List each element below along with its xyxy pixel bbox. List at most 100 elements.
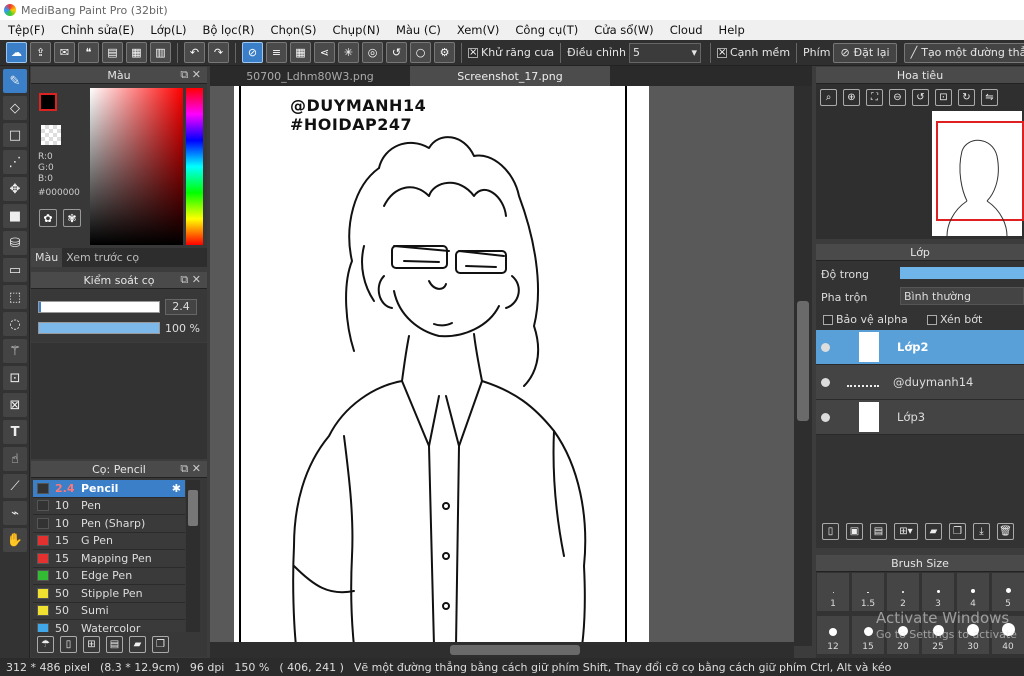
menu-filter[interactable]: Bộ lọc(R) [194,23,262,37]
palette-add-icon[interactable]: ✾ [63,209,81,227]
eyedropper-tool-icon[interactable]: ⌁ [3,501,27,525]
undo-icon[interactable]: ↶ [184,42,205,63]
brush-item[interactable]: 10 Edge Pen [33,567,185,585]
tab-document-2[interactable]: Screenshot_17.png [410,66,610,86]
redo-icon[interactable]: ↷ [208,42,229,63]
menu-color[interactable]: Màu (C) [388,23,449,37]
tab-color[interactable]: Màu [31,248,63,267]
layer-row-lop2[interactable]: Lớp2 [816,330,1024,365]
brush-item[interactable]: 10 Pen [33,497,185,515]
zoom-out-icon[interactable]: ⊖ [889,89,906,106]
move-tool-icon[interactable]: ✥ [3,177,27,201]
panel-icon[interactable]: ▥ [150,42,171,63]
zoom-actual-icon[interactable]: ⛶ [866,89,883,106]
brush-settings-gear-icon[interactable]: ✱ [172,482,181,495]
new-brush-icon[interactable]: ▯ [60,636,77,653]
brush-item[interactable]: 10 Pen (Sharp) [33,515,185,533]
brush-item[interactable]: 50 Watercolor [33,620,185,632]
antialias-checkbox[interactable]: Khử răng cưa [468,46,554,59]
shape-tool-icon[interactable]: □ [3,123,27,147]
speech-icon[interactable]: ❝ [78,42,99,63]
panel-close-icon[interactable]: ⧉ ✕ [180,68,201,82]
canvas-area[interactable]: @DUYMANH14 #HOIDAP247 [210,86,794,646]
brush-list-scrollbar[interactable] [186,480,200,632]
adjust-select[interactable]: 5 ▾ [628,42,701,63]
navigator-preview[interactable] [932,111,1024,236]
fill-rect-tool-icon[interactable]: ■ [3,204,27,228]
foreground-color-swatch[interactable] [39,93,57,111]
reset-button[interactable]: ⊘ Đặt lại [833,42,897,63]
zoom-fit-icon[interactable]: ⌕ [820,89,837,106]
text-tool-icon[interactable]: T [3,420,27,444]
layer-row-lop3[interactable]: Lớp3 [816,400,1024,435]
lasso-tool-icon[interactable]: ◌ [3,312,27,336]
parallel-snap-icon[interactable]: ≡ [266,42,287,63]
add-brush-icon[interactable]: ⊞ [83,636,100,653]
curve-snap-icon[interactable]: ↺ [386,42,407,63]
brush-item[interactable]: 15 Mapping Pen [33,550,185,568]
transparent-swatch[interactable] [41,125,61,145]
brush-item[interactable]: 50 Sumi [33,602,185,620]
flip-icon[interactable]: ⇋ [981,89,998,106]
brush-tool-icon[interactable]: ✎ [3,69,27,93]
brush-size-cell[interactable]: 4 [956,572,990,612]
tab-brush-preview[interactable]: Xem trước cọ [62,248,143,267]
menu-select[interactable]: Chọn(S) [263,23,325,37]
duplicate-brush-icon[interactable]: ❐ [152,636,169,653]
grid-snap-icon[interactable]: ▦ [290,42,311,63]
brush-folder-icon[interactable]: ▰ [129,636,146,653]
hand-tool-icon[interactable]: ✋ [3,528,27,552]
new-layer-icon[interactable]: ▯ [822,523,839,540]
zoom-in-icon[interactable]: ⊕ [843,89,860,106]
hue-slider[interactable] [186,88,203,245]
reset-view-icon[interactable]: ⊡ [935,89,952,106]
brush-size-cell[interactable]: 5 [991,572,1024,612]
add-layer-menu-icon[interactable]: ⊞▾ [894,523,918,540]
brush-settings-icon[interactable]: ▤ [106,636,123,653]
concentric-snap-icon[interactable]: ◎ [362,42,383,63]
dot-tool-icon[interactable]: ⋰ [3,150,27,174]
protect-alpha-checkbox[interactable]: Bảo vệ alpha [823,313,908,326]
drawing-canvas[interactable]: @DUYMANH14 #HOIDAP247 [234,86,649,646]
eraser-tool-icon[interactable]: ◇ [3,96,27,120]
brush-item[interactable]: 15 G Pen [33,532,185,550]
duplicate-layer-icon[interactable]: ❐ [949,523,966,540]
export-icon[interactable]: ⇪ [30,42,51,63]
perspective-snap-icon[interactable]: ⋖ [314,42,335,63]
brush-item[interactable]: 50 Stipple Pen [33,585,185,603]
snap-off-icon[interactable]: ⊘ [242,42,263,63]
layer-opacity-slider[interactable] [900,267,1024,279]
canvas-vertical-scrollbar[interactable] [794,86,812,646]
sharp-edge-checkbox[interactable]: Cạnh mềm [716,46,790,59]
brush-opacity-slider[interactable] [38,322,160,334]
saturation-value-picker[interactable] [90,88,183,245]
brush-size-value[interactable]: 2.4 [165,299,197,315]
tab-document-1[interactable]: 50700_Ldhm80W3.png [210,66,410,86]
brush-cloud-icon[interactable]: ☂ [37,636,54,653]
palette-icon[interactable]: ✿ [39,209,57,227]
menu-tools[interactable]: Công cụ(T) [507,23,586,37]
layer-folder-icon[interactable]: ▰ [925,523,942,540]
gradient-tool-icon[interactable]: ▭ [3,258,27,282]
visibility-icon[interactable] [821,412,830,422]
divide-tool-icon[interactable]: ⟋ [3,474,27,498]
rotate-left-icon[interactable]: ↺ [912,89,929,106]
comment-icon[interactable]: ✉ [54,42,75,63]
visibility-icon[interactable] [821,377,830,387]
menu-help[interactable]: Help [711,23,753,37]
brush-item[interactable]: 2.4 Pencil ✱ [33,480,185,498]
brush-size-cell[interactable]: 1.5 [851,572,885,612]
grid-settings-icon[interactable]: ▦ [126,42,147,63]
new-halftone-layer-icon[interactable]: ▣ [846,523,863,540]
menu-snap[interactable]: Chụp(N) [324,23,387,37]
rotate-right-icon[interactable]: ↻ [958,89,975,106]
snap-settings-icon[interactable]: ⚙ [434,42,455,63]
select-eraser-tool-icon[interactable]: ⊠ [3,393,27,417]
menu-view[interactable]: Xem(V) [449,23,507,37]
straight-line-button[interactable]: ╱Tạo một đường thẳng [903,42,1024,63]
menu-layer[interactable]: Lớp(L) [142,23,194,37]
menu-window[interactable]: Cửa sổ(W) [586,23,661,37]
new-1bit-layer-icon[interactable]: ▤ [870,523,887,540]
magic-wand-tool-icon[interactable]: ⚚ [3,339,27,363]
layer-row-duymanh14[interactable]: @duymanh14 [816,365,1024,400]
